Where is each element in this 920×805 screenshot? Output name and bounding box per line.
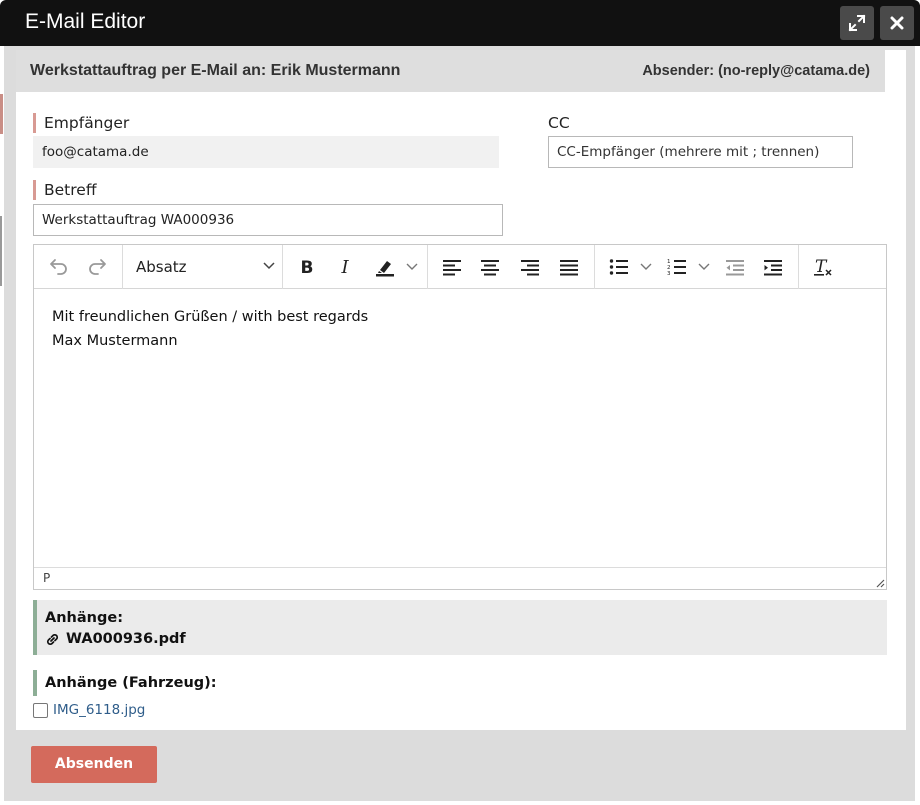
numbered-list-button[interactable]: 1 2 3 bbox=[660, 245, 694, 289]
sender-info: Absender: (no-reply@catama.de) bbox=[642, 63, 870, 79]
close-button[interactable] bbox=[880, 6, 914, 40]
chevron-down-icon bbox=[640, 263, 652, 270]
highlight-color-dropdown[interactable] bbox=[402, 245, 422, 289]
attachments-section: Anhänge: WA000936.pdf bbox=[33, 600, 887, 655]
align-justify-button[interactable] bbox=[552, 245, 586, 289]
bullet-list-dropdown[interactable] bbox=[636, 245, 656, 289]
redo-icon bbox=[89, 259, 106, 275]
outdent-icon bbox=[726, 260, 744, 276]
vehicle-attachment-item: IMG_6118.jpg bbox=[33, 702, 145, 718]
subject-input[interactable]: Werkstattauftrag WA000936 bbox=[33, 204, 503, 236]
subject-label: Betreff bbox=[33, 180, 97, 200]
italic-button[interactable]: I bbox=[328, 245, 362, 289]
recipient-field[interactable]: foo@catama.de bbox=[33, 136, 499, 168]
link-icon bbox=[46, 633, 59, 645]
align-center-button[interactable] bbox=[473, 245, 507, 289]
outdent-button[interactable] bbox=[718, 245, 752, 289]
block-format-select[interactable]: Absatz bbox=[136, 245, 276, 289]
cc-input[interactable]: CC-Empfänger (mehrere mit ; trennen) bbox=[548, 136, 853, 168]
dialog-title: E-Mail Editor bbox=[25, 10, 146, 33]
align-justify-icon bbox=[560, 260, 578, 276]
attachment-item[interactable]: WA000936.pdf bbox=[45, 631, 186, 647]
numbered-list-icon: 1 2 3 bbox=[667, 259, 686, 276]
background-window-edge bbox=[0, 216, 2, 286]
highlight-button[interactable] bbox=[368, 245, 402, 289]
close-x-icon bbox=[890, 16, 904, 30]
align-right-icon bbox=[521, 260, 539, 276]
body-line: Max Mustermann bbox=[52, 333, 178, 349]
bold-button[interactable]: B bbox=[290, 245, 324, 289]
bullet-list-icon bbox=[609, 259, 628, 275]
block-format-value: Absatz bbox=[136, 258, 187, 276]
element-path[interactable]: P bbox=[43, 571, 50, 585]
attachments-label: Anhänge: bbox=[45, 610, 123, 626]
email-header: Werkstattauftrag per E-Mail an: Erik Mus… bbox=[16, 50, 885, 92]
redo-button[interactable] bbox=[80, 245, 114, 289]
editor-toolbar: Absatz B I 1 2 3 T bbox=[34, 245, 886, 289]
chevron-down-icon bbox=[406, 263, 418, 270]
indent-button[interactable] bbox=[756, 245, 790, 289]
undo-button[interactable] bbox=[42, 245, 76, 289]
clear-format-icon: T bbox=[814, 257, 832, 277]
svg-text:3: 3 bbox=[667, 271, 671, 276]
highlight-icon bbox=[376, 261, 394, 277]
align-left-button[interactable] bbox=[435, 245, 469, 289]
indent-icon bbox=[764, 260, 782, 276]
email-heading: Werkstattauftrag per E-Mail an: Erik Mus… bbox=[30, 62, 401, 79]
italic-icon: I bbox=[340, 257, 349, 277]
align-left-icon bbox=[443, 260, 461, 276]
resize-handle-icon[interactable] bbox=[875, 578, 885, 588]
expand-arrows-icon bbox=[848, 14, 866, 32]
bold-icon: B bbox=[301, 258, 314, 277]
svg-text:I: I bbox=[340, 257, 349, 277]
body-line: Mit freundlichen Grüßen / with best rega… bbox=[52, 309, 369, 325]
clear-format-button[interactable]: T bbox=[806, 245, 840, 289]
svg-text:B: B bbox=[301, 258, 314, 277]
editor-statusbar: P bbox=[34, 567, 886, 589]
expand-button[interactable] bbox=[840, 6, 874, 40]
attachment-filename: WA000936.pdf bbox=[66, 631, 186, 647]
numbered-list-dropdown[interactable] bbox=[694, 245, 714, 289]
bullet-list-button[interactable] bbox=[602, 245, 636, 289]
chevron-down-icon bbox=[263, 262, 275, 270]
undo-icon bbox=[50, 259, 67, 275]
vehicle-attachment-checkbox[interactable] bbox=[33, 702, 48, 718]
cc-label: CC bbox=[548, 114, 570, 132]
dialog-titlebar: E-Mail Editor bbox=[0, 0, 920, 46]
send-button[interactable]: Absenden bbox=[31, 746, 157, 783]
chevron-down-icon bbox=[698, 263, 710, 270]
align-right-button[interactable] bbox=[513, 245, 547, 289]
vehicle-attachments-label: Anhänge (Fahrzeug): bbox=[33, 670, 217, 696]
editor-content[interactable]: Mit freundlichen Grüßen / with best rega… bbox=[52, 305, 368, 353]
recipient-label: Empfänger bbox=[33, 113, 129, 133]
background-window-edge bbox=[0, 94, 3, 134]
vehicle-attachment-link[interactable]: IMG_6118.jpg bbox=[53, 702, 145, 718]
rich-text-editor: Absatz B I 1 2 3 T Mit freundlichen Grüß… bbox=[33, 244, 887, 590]
align-center-icon bbox=[481, 260, 499, 276]
